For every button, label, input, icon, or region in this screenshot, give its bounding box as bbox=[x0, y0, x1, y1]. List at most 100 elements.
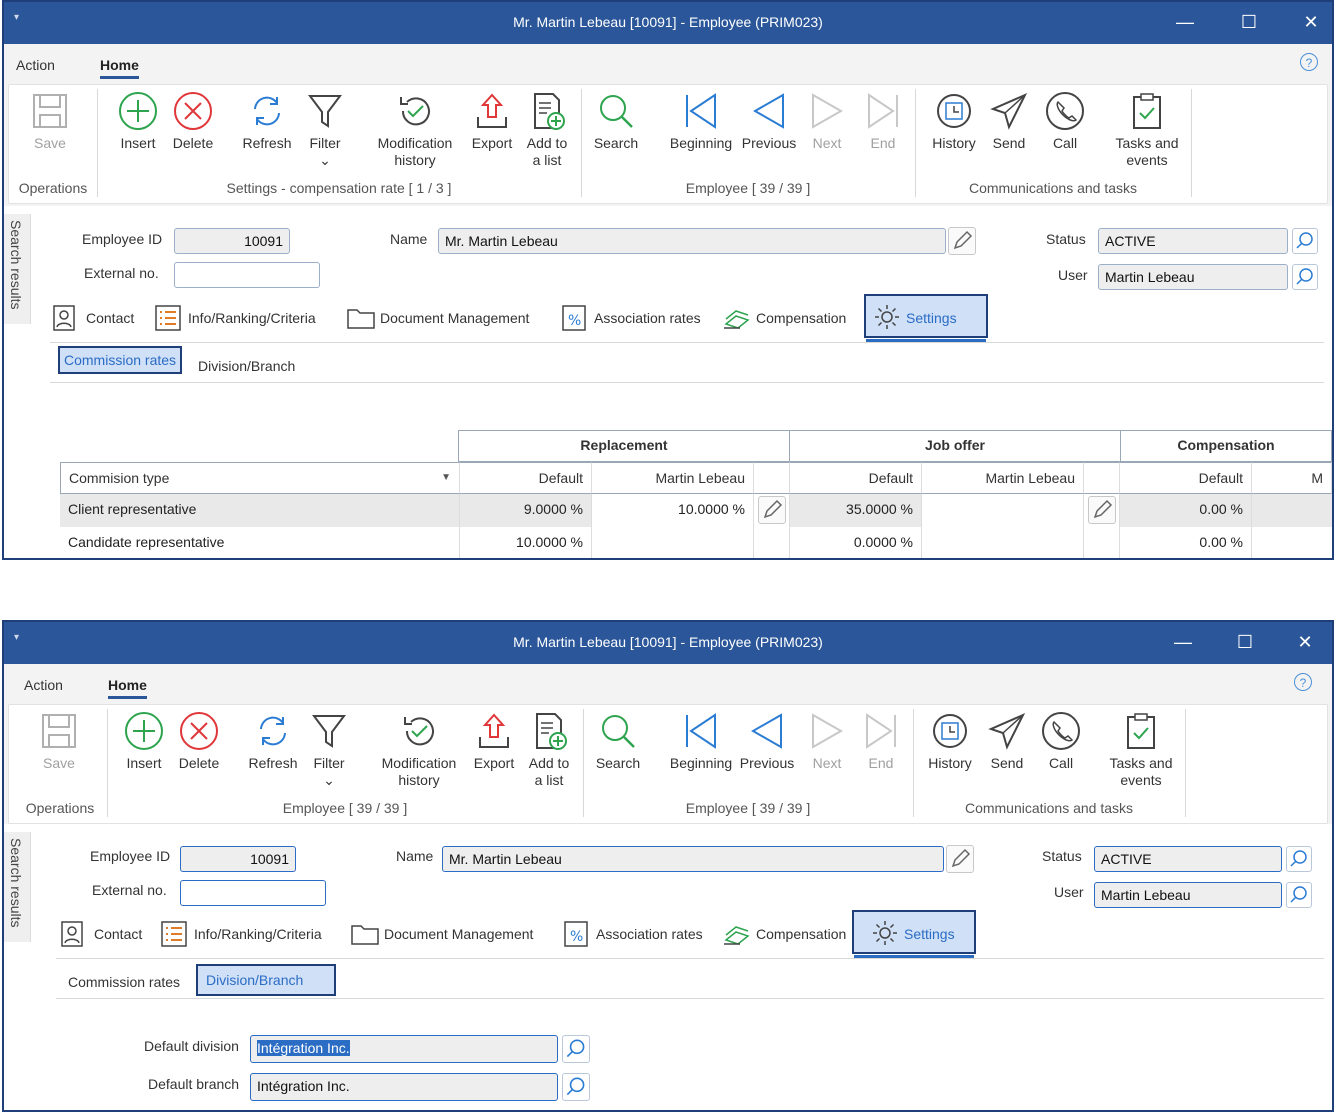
modification-history-button[interactable]: Modification history bbox=[373, 711, 465, 789]
filter-button[interactable]: Filter ⌄ bbox=[301, 91, 349, 169]
help-icon[interactable]: ? bbox=[1300, 53, 1318, 71]
tab-association-rates[interactable]: % Association rates bbox=[560, 304, 716, 332]
modification-history-button[interactable]: Modification history bbox=[369, 91, 461, 169]
call-button[interactable]: Call bbox=[1043, 91, 1087, 152]
previous-button[interactable]: Previous bbox=[739, 91, 799, 152]
subtab-division-branch[interactable]: Division/Branch bbox=[198, 358, 295, 374]
subtab-commission-rates[interactable]: Commission rates bbox=[68, 974, 180, 990]
menu-home[interactable]: Home bbox=[108, 677, 147, 699]
close-button[interactable]: ✕ bbox=[1290, 630, 1320, 654]
external-no-field[interactable] bbox=[180, 880, 326, 906]
filter-dropdown-icon[interactable]: ⌄ bbox=[323, 772, 335, 788]
help-icon[interactable]: ? bbox=[1294, 673, 1312, 691]
user-lookup-button[interactable] bbox=[1286, 882, 1312, 908]
save-button[interactable]: Save bbox=[35, 711, 83, 772]
default-branch-field[interactable]: Intégration Inc. bbox=[250, 1073, 558, 1101]
tab-compensation[interactable]: Compensation bbox=[722, 920, 852, 948]
tab-document-management[interactable]: Document Management bbox=[346, 304, 550, 332]
export-button[interactable]: Export bbox=[467, 91, 517, 152]
column-job-person[interactable]: Martin Lebeau bbox=[922, 462, 1084, 494]
add-to-list-button[interactable]: Add to a list bbox=[521, 91, 573, 169]
delete-button[interactable]: Delete bbox=[173, 711, 225, 772]
tasks-events-button[interactable]: Tasks and events bbox=[1109, 91, 1185, 169]
next-button[interactable]: Next bbox=[805, 91, 849, 152]
beginning-button[interactable]: Beginning bbox=[663, 91, 739, 152]
maximize-button[interactable]: ☐ bbox=[1234, 10, 1264, 34]
next-button[interactable]: Next bbox=[805, 711, 849, 772]
tab-compensation[interactable]: Compensation bbox=[722, 304, 862, 332]
status-lookup-button[interactable] bbox=[1286, 846, 1312, 872]
edit-name-button[interactable] bbox=[946, 845, 974, 873]
table-row[interactable]: Client representative 9.0000 % 10.0000 %… bbox=[60, 494, 1332, 527]
search-button[interactable]: Search bbox=[593, 711, 643, 772]
add-to-list-button[interactable]: Add to a list bbox=[523, 711, 575, 789]
menu-action[interactable]: Action bbox=[16, 57, 55, 73]
row-replacement-edit[interactable] bbox=[754, 494, 790, 527]
previous-button[interactable]: Previous bbox=[737, 711, 797, 772]
name-field[interactable]: Mr. Martin Lebeau bbox=[438, 228, 946, 254]
minimize-button[interactable]: — bbox=[1170, 10, 1200, 34]
call-button[interactable]: Call bbox=[1039, 711, 1083, 772]
edit-name-button[interactable] bbox=[948, 227, 976, 255]
branch-lookup-button[interactable] bbox=[562, 1073, 590, 1101]
column-job-default[interactable]: Default bbox=[790, 462, 922, 494]
tab-contact[interactable]: Contact bbox=[52, 304, 144, 332]
tab-contact[interactable]: Contact bbox=[60, 920, 152, 948]
sort-dropdown-icon[interactable]: ▼ bbox=[441, 472, 451, 483]
external-no-field[interactable] bbox=[174, 262, 320, 288]
table-row[interactable]: Candidate representative 10.0000 % 0.000… bbox=[60, 527, 1332, 558]
beginning-button[interactable]: Beginning bbox=[663, 711, 739, 772]
row-replacement-person[interactable]: 10.0000 % bbox=[592, 494, 754, 527]
user-field[interactable]: Martin Lebeau bbox=[1094, 882, 1282, 908]
tab-info-ranking[interactable]: Info/Ranking/Criteria bbox=[154, 304, 336, 332]
status-field[interactable]: ACTIVE bbox=[1098, 228, 1288, 254]
column-comp-default[interactable]: Default bbox=[1120, 462, 1252, 494]
subtab-division-branch[interactable]: Division/Branch bbox=[196, 964, 336, 996]
menu-action[interactable]: Action bbox=[24, 677, 63, 693]
user-lookup-button[interactable] bbox=[1292, 264, 1318, 290]
refresh-button[interactable]: Refresh bbox=[243, 711, 303, 772]
filter-button[interactable]: Filter ⌄ bbox=[305, 711, 353, 789]
row-replacement-person[interactable] bbox=[592, 527, 754, 558]
tab-settings[interactable]: Settings bbox=[852, 910, 976, 958]
subtab-commission-rates[interactable]: Commission rates bbox=[58, 346, 183, 374]
column-replacement-default[interactable]: Default bbox=[460, 462, 592, 494]
edit-rate-button[interactable] bbox=[758, 496, 786, 524]
row-job-person[interactable] bbox=[922, 527, 1084, 558]
filter-dropdown-icon[interactable]: ⌄ bbox=[319, 152, 331, 168]
save-button[interactable]: Save bbox=[25, 91, 75, 152]
search-results-tab[interactable]: Search results bbox=[4, 214, 31, 324]
tasks-events-button[interactable]: Tasks and events bbox=[1103, 711, 1179, 789]
row-job-person[interactable] bbox=[922, 494, 1084, 527]
end-button[interactable]: End bbox=[859, 711, 903, 772]
user-field[interactable]: Martin Lebeau bbox=[1098, 264, 1288, 290]
send-button[interactable]: Send bbox=[985, 711, 1029, 772]
employee-id-field[interactable]: 10091 bbox=[174, 228, 290, 254]
status-lookup-button[interactable] bbox=[1292, 228, 1318, 254]
edit-rate-button[interactable] bbox=[1088, 496, 1116, 524]
menu-home[interactable]: Home bbox=[100, 57, 139, 79]
tab-info-ranking[interactable]: Info/Ranking/Criteria bbox=[160, 920, 342, 948]
close-button[interactable]: ✕ bbox=[1296, 10, 1326, 34]
tab-settings[interactable]: Settings bbox=[864, 294, 988, 342]
row-job-edit[interactable] bbox=[1084, 494, 1120, 527]
insert-button[interactable]: Insert bbox=[113, 91, 163, 152]
history-button[interactable]: History bbox=[927, 91, 981, 152]
employee-id-field[interactable]: 10091 bbox=[180, 846, 296, 872]
tab-association-rates[interactable]: % Association rates bbox=[562, 920, 718, 948]
column-replacement-person[interactable]: Martin Lebeau bbox=[592, 462, 754, 494]
minimize-button[interactable]: — bbox=[1168, 630, 1198, 654]
send-button[interactable]: Send bbox=[987, 91, 1031, 152]
history-button[interactable]: History bbox=[923, 711, 977, 772]
column-commission-type[interactable]: Commision type ▼ bbox=[60, 462, 460, 494]
search-button[interactable]: Search bbox=[591, 91, 641, 152]
status-field[interactable]: ACTIVE bbox=[1094, 846, 1282, 872]
delete-button[interactable]: Delete bbox=[167, 91, 219, 152]
insert-button[interactable]: Insert bbox=[119, 711, 169, 772]
column-comp-person[interactable]: M bbox=[1252, 462, 1332, 494]
tab-document-management[interactable]: Document Management bbox=[350, 920, 554, 948]
division-lookup-button[interactable] bbox=[562, 1035, 590, 1063]
default-division-field[interactable]: Intégration Inc. bbox=[250, 1035, 558, 1063]
maximize-button[interactable]: ☐ bbox=[1230, 630, 1260, 654]
export-button[interactable]: Export bbox=[469, 711, 519, 772]
